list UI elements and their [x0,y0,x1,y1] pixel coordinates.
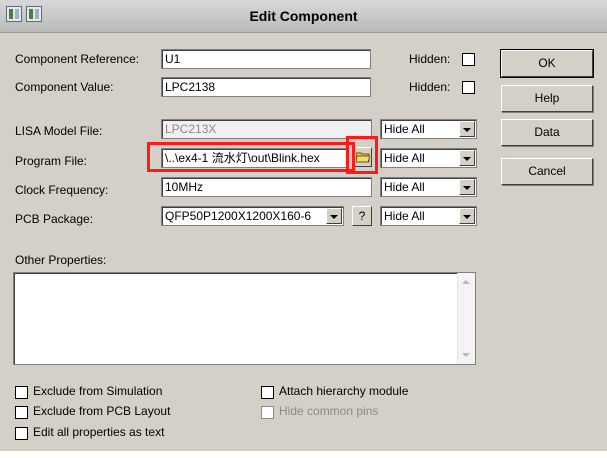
exclude-pcb-checkbox[interactable] [15,406,28,419]
clock-frequency-visibility-select[interactable]: Hide All [380,177,477,197]
other-properties-text [14,273,475,277]
lisa-model-file-label: LISA Model File: [15,124,103,138]
attach-hierarchy-checkbox[interactable] [261,386,274,399]
scroll-up-icon[interactable] [462,280,470,284]
pcb-package-label: PCB Package: [15,212,94,226]
pcb-package-value: QFP50P1200X1200X160-6 [165,209,312,223]
component-reference-hidden-checkbox[interactable] [462,53,475,66]
component-value-label: Component Value: [15,80,114,94]
other-properties-textarea[interactable] [13,272,476,365]
pcb-package-visibility-select[interactable]: Hide All [380,206,477,226]
program-file-visibility-value: Hide All [384,151,425,165]
hide-common-pins-checkbox [261,406,274,419]
lisa-model-file-visibility-select[interactable]: Hide All [380,119,477,139]
window-bottom-edge [0,451,607,458]
lisa-model-file-input: LPC213X [161,119,372,139]
component-value-hidden-label: Hidden: [409,80,451,94]
chevron-down-icon[interactable] [459,121,475,137]
attach-hierarchy-label: Attach hierarchy module [279,384,409,398]
pcb-package-help-button[interactable]: ? [352,206,372,226]
help-button[interactable]: Help [501,85,593,112]
program-file-label: Program File: [15,154,88,168]
component-reference-input[interactable]: U1 [161,49,371,69]
highlight-browse-button [346,136,378,174]
edit-all-checkbox[interactable] [15,427,28,440]
exclude-simulation-label: Exclude from Simulation [33,384,163,398]
chevron-down-icon[interactable] [459,150,475,166]
scroll-down-icon[interactable] [462,353,470,357]
clock-frequency-visibility-value: Hide All [384,180,425,194]
component-reference-hidden-label: Hidden: [409,52,451,66]
scrollbar[interactable] [457,273,475,364]
clock-frequency-label: Clock Frequency: [15,183,109,197]
hide-common-pins-label: Hide common pins [279,404,379,418]
pcb-package-select[interactable]: QFP50P1200X1200X160-6 [161,206,344,226]
chevron-down-icon[interactable] [459,179,475,195]
clock-frequency-input[interactable]: 10MHz [161,177,372,197]
data-button[interactable]: Data [501,119,593,146]
other-properties-label: Other Properties: [15,253,107,267]
ok-button[interactable]: OK [500,49,594,78]
component-value-hidden-checkbox[interactable] [462,81,475,94]
edit-all-label: Edit all properties as text [33,425,165,439]
window-title: Edit Component [249,8,358,24]
chevron-down-icon[interactable] [326,208,342,224]
highlight-program-file [147,142,355,172]
component-reference-label: Component Reference: [15,52,140,66]
pcb-package-visibility-value: Hide All [384,209,425,223]
chevron-down-icon[interactable] [459,208,475,224]
cancel-button[interactable]: Cancel [501,158,593,185]
exclude-pcb-label: Exclude from PCB Layout [33,404,171,418]
exclude-simulation-checkbox[interactable] [15,386,28,399]
component-value-input[interactable]: LPC2138 [161,77,371,97]
program-file-visibility-select[interactable]: Hide All [380,148,477,168]
lisa-model-file-visibility-value: Hide All [384,122,425,136]
